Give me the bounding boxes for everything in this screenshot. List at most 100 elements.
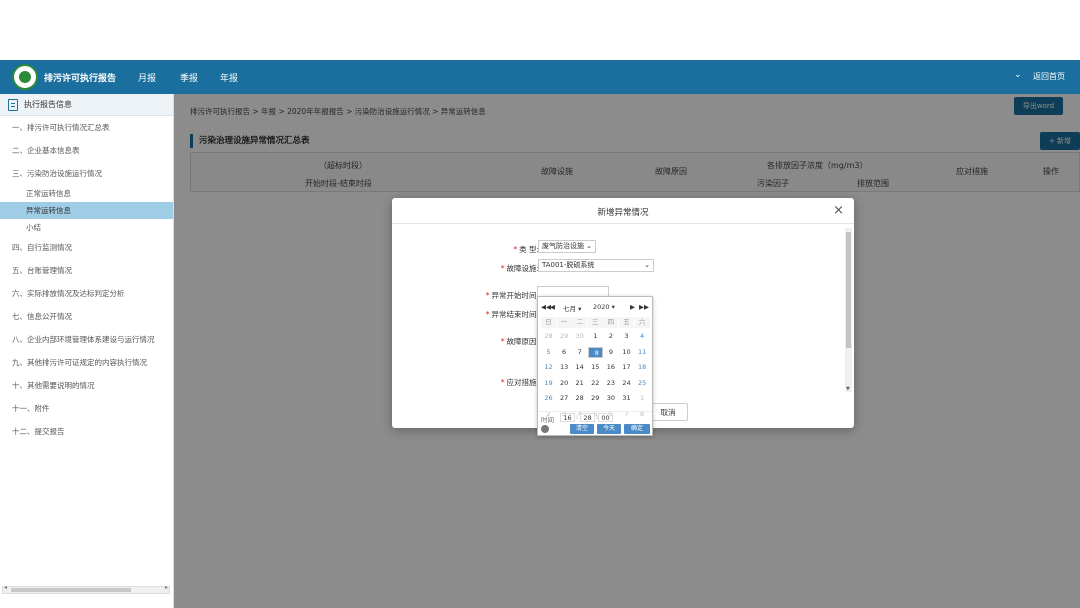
sidebar-subitem-summary[interactable]: 小结 (0, 219, 173, 236)
calendar-day[interactable]: 25 (635, 378, 650, 389)
calendar-day[interactable]: 2 (603, 331, 618, 342)
sidebar-item-management-system[interactable]: 八、企业内部环境管理体系建设与运行情况 (0, 328, 173, 351)
calendar-day[interactable]: 31 (619, 393, 634, 404)
confirm-button[interactable]: 确定 (624, 424, 650, 434)
chevron-down-icon[interactable]: ⌄ (1014, 70, 1022, 80)
calendar-day[interactable]: 6 (557, 347, 572, 358)
year-select[interactable]: 2020 ▾ (593, 303, 615, 311)
calendar-day[interactable]: 19 (541, 378, 556, 389)
end-time-label: * 异常结束时间: (485, 310, 539, 319)
weekday-header: 三 (587, 317, 603, 328)
app-header: 排污许可执行报告 月报 季报 年报 ⌄ 返回首页 (0, 60, 1080, 94)
time-row: 时间 16 : 28 : 00 (538, 411, 652, 424)
time-label: 时间 (541, 416, 554, 424)
sidebar-item-self-monitoring[interactable]: 四、自行监测情况 (0, 236, 173, 259)
calendar-day[interactable]: 30 (603, 393, 618, 404)
sidebar-item-ledger[interactable]: 五、台账管理情况 (0, 259, 173, 282)
calendar-day[interactable]: 17 (619, 362, 634, 373)
return-home-link[interactable]: 返回首页 (1033, 71, 1065, 82)
sidebar-subitem-normal[interactable]: 正常运转信息 (0, 185, 173, 202)
calendar-day[interactable]: 29 (557, 331, 572, 342)
sidebar-subitem-abnormal[interactable]: 异常运转信息 (0, 202, 173, 219)
sidebar-item-basic-info[interactable]: 二、企业基本信息表 (0, 139, 173, 162)
calendar-day[interactable]: 29 (588, 393, 603, 404)
date-picker: ◀◀ ◀ 七月 ▾ 2020 ▾ ▶ ▶▶ 日一二三四五六 28 29 30 1 2 3 4 5… (537, 296, 653, 436)
weekday-header: 日 (541, 317, 556, 328)
weekday-header: 五 (619, 317, 634, 328)
document-icon (8, 98, 18, 111)
calendar-day[interactable]: 16 (603, 362, 618, 373)
chevron-down-icon: ⌄ (586, 242, 592, 250)
calendar-day[interactable]: 27 (557, 393, 572, 404)
dialog-scrollbar-thumb[interactable] (846, 232, 851, 348)
sidebar-item-emission-analysis[interactable]: 六、实际排放情况及达标判定分析 (0, 282, 173, 305)
scroll-left-icon[interactable]: ◂ (4, 584, 7, 591)
sidebar-header-label: 执行报告信息 (24, 100, 72, 109)
weekday-header: 六 (634, 317, 650, 328)
prev-month-icon[interactable]: ◀ (550, 303, 555, 311)
nav-quarterly-report[interactable]: 季报 (180, 71, 198, 84)
calendar-day[interactable]: 5 (541, 347, 556, 358)
calendar-day[interactable]: 1 (588, 331, 603, 342)
today-button[interactable]: 今天 (597, 424, 621, 434)
sidebar-item-other-notes[interactable]: 十、其他需要说明的情况 (0, 374, 173, 397)
next-year-icon[interactable]: ▶▶ (639, 303, 649, 311)
start-time-label: * 异常开始时间: (485, 291, 539, 300)
dialog-scrollbar[interactable]: ▼ (845, 228, 852, 392)
nav-annual-report[interactable]: 年报 (220, 71, 238, 84)
top-blank-area (0, 0, 1080, 60)
cancel-button[interactable]: 取消 (648, 403, 688, 421)
sidebar-item-facility-operation[interactable]: 三、污染防治设施运行情况 (0, 162, 173, 185)
calendar-day[interactable]: 7 (572, 347, 587, 358)
nav-monthly-report[interactable]: 月报 (138, 71, 156, 84)
calendar-day[interactable]: 20 (557, 378, 572, 389)
calendar-day[interactable]: 8 (587, 346, 603, 358)
calendar-day[interactable]: 14 (572, 362, 587, 373)
calendar-day[interactable]: 11 (635, 347, 650, 358)
calendar-day[interactable]: 30 (572, 331, 587, 342)
scroll-down-icon[interactable]: ▼ (846, 386, 850, 392)
close-icon[interactable]: × (833, 203, 844, 218)
clock-icon[interactable] (541, 425, 549, 433)
clear-button[interactable]: 清空 (570, 424, 594, 434)
calendar-day[interactable]: 9 (603, 347, 618, 358)
sidebar-item-disclosure[interactable]: 七、信息公开情况 (0, 305, 173, 328)
sidebar-item-submit[interactable]: 十二、提交报告 (0, 420, 173, 443)
sidebar-item-summary[interactable]: 一、排污许可执行情况汇总表 (0, 116, 173, 139)
scrollbar-thumb[interactable] (11, 588, 131, 592)
sidebar-item-other-permit[interactable]: 九、其他排污许可证规定的内容执行情况 (0, 351, 173, 374)
calendar-day[interactable]: 4 (635, 331, 650, 342)
calendar-day[interactable]: 18 (635, 362, 650, 373)
calendar-day[interactable]: 12 (541, 362, 556, 373)
second-input[interactable]: 00 (598, 413, 613, 422)
facility-select[interactable]: TA001-脱硫系统 ⌄ (538, 259, 654, 272)
measures-label: * 应对措施: (500, 378, 539, 387)
sidebar-item-attachments[interactable]: 十一、附件 (0, 397, 173, 420)
type-label: * 类 型: (513, 245, 539, 254)
calendar-day[interactable]: 15 (588, 362, 603, 373)
calendar-day[interactable]: 13 (557, 362, 572, 373)
month-select[interactable]: 七月 ▾ (563, 303, 581, 313)
facility-label: * 故障设施: (500, 264, 539, 273)
calendar-day[interactable]: 23 (603, 378, 618, 389)
type-select[interactable]: 废气防治设施 ⌄ (538, 240, 596, 253)
app-title: 排污许可执行报告 (44, 74, 117, 84)
calendar-day[interactable]: 21 (572, 378, 587, 389)
hour-input[interactable]: 16 (560, 413, 575, 422)
minute-input[interactable]: 28 (580, 413, 595, 422)
calendar-day[interactable]: 10 (619, 347, 634, 358)
scroll-right-icon[interactable]: ▸ (165, 584, 168, 591)
sidebar: 执行报告信息 一、排污许可执行情况汇总表 二、企业基本信息表 三、污染防治设施运… (0, 94, 174, 608)
weekday-header: 一 (556, 317, 572, 328)
calendar-day[interactable]: 24 (619, 378, 634, 389)
calendar-day[interactable]: 1 (635, 393, 650, 404)
calendar-day[interactable]: 26 (541, 393, 556, 404)
calendar-day[interactable]: 28 (572, 393, 587, 404)
calendar-day[interactable]: 28 (541, 331, 556, 342)
sidebar-header[interactable]: 执行报告信息 (0, 94, 173, 116)
next-month-icon[interactable]: ▶ (630, 303, 635, 311)
time-separator: : (576, 413, 579, 421)
calendar-day[interactable]: 3 (619, 331, 634, 342)
sidebar-horizontal-scrollbar[interactable]: ◂ ▸ (2, 584, 170, 594)
calendar-day[interactable]: 22 (588, 378, 603, 389)
